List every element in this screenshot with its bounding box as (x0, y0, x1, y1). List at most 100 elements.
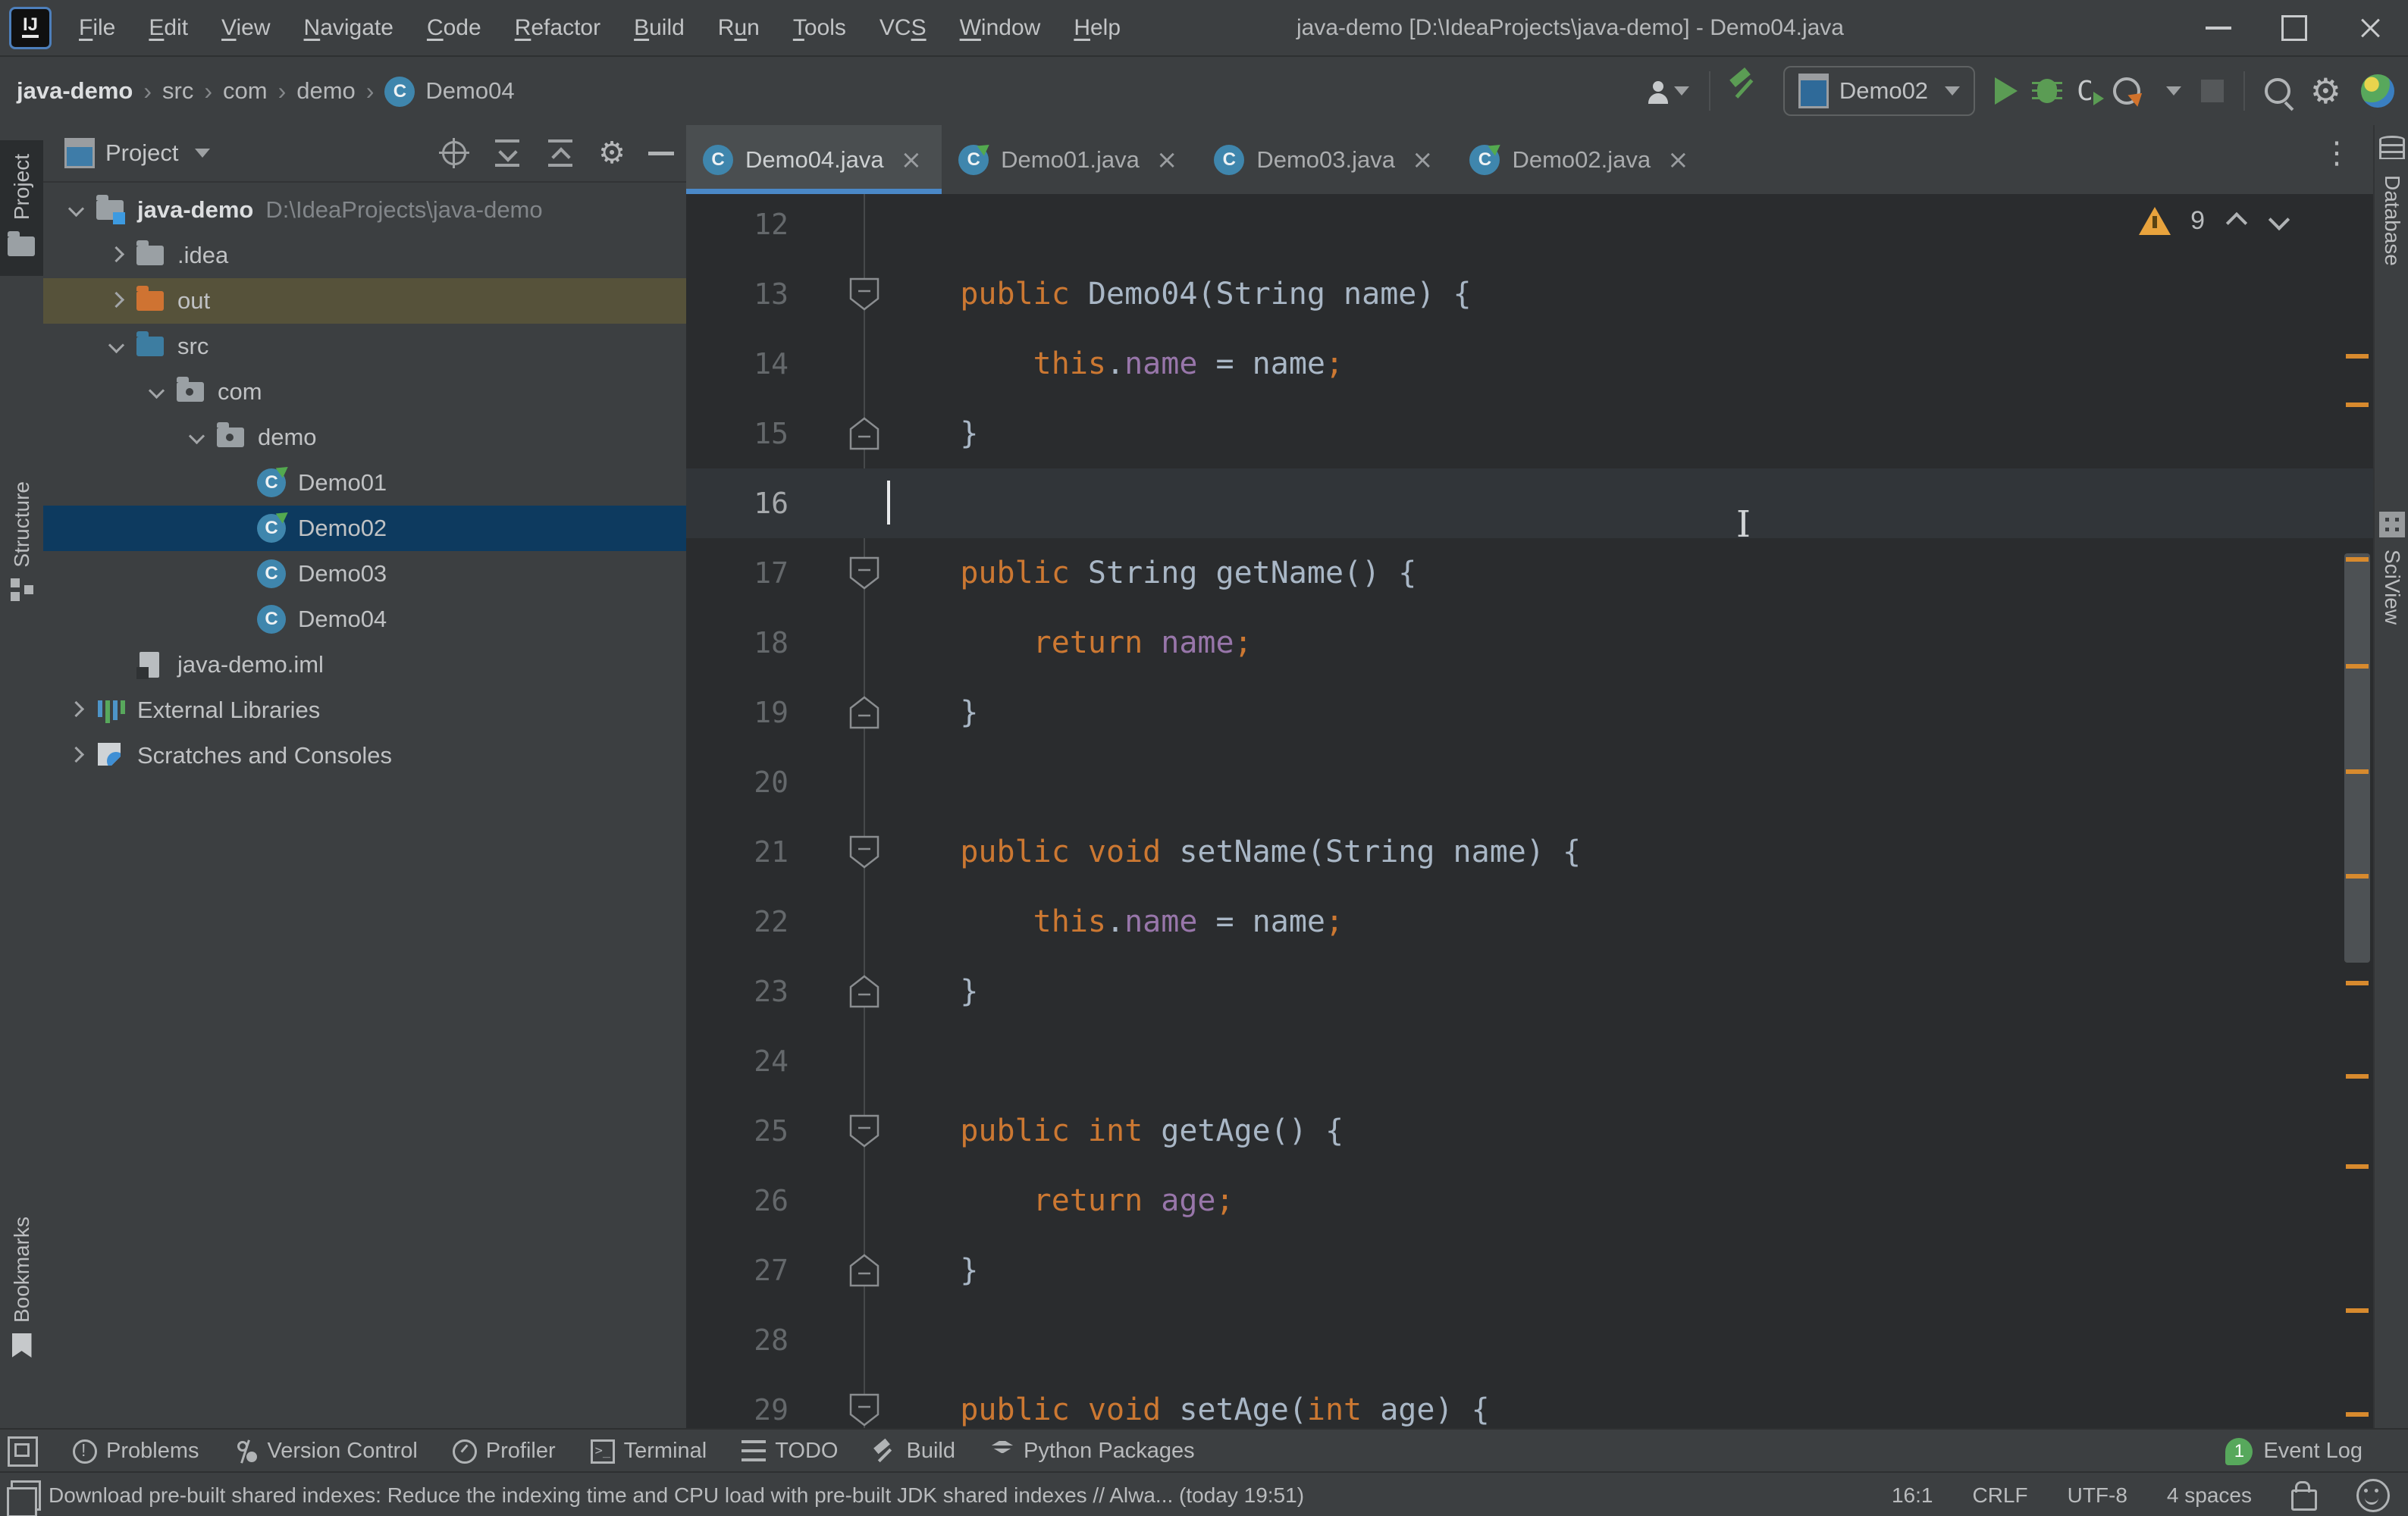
collapse-all-button[interactable] (545, 138, 575, 168)
warning-stripe-mark[interactable] (2346, 1164, 2369, 1169)
editor-tab-demo01-java[interactable]: CDemo01.java× (942, 125, 1197, 194)
minimize-button[interactable] (2181, 0, 2256, 55)
fold-start-icon[interactable] (848, 555, 881, 591)
hide-panel-button[interactable] (648, 152, 674, 155)
breadcrumb-item-java-demo[interactable]: java-demo (17, 77, 133, 105)
tool-window-button-profiler[interactable]: Profiler (453, 1439, 556, 1464)
caret-position[interactable]: 16:1 (1892, 1483, 1933, 1508)
fold-start-icon[interactable] (848, 834, 881, 870)
fold-start-icon[interactable] (848, 276, 881, 312)
menu-item-refactor[interactable]: Refactor (501, 9, 614, 47)
file-encoding[interactable]: UTF-8 (2068, 1483, 2127, 1508)
scrollbar-thumb[interactable] (2344, 553, 2370, 963)
event-log-button[interactable]: 1 Event Log (2225, 1438, 2363, 1465)
menu-item-code[interactable]: Code (413, 9, 495, 47)
menu-item-navigate[interactable]: Navigate (290, 9, 407, 47)
fold-end-icon[interactable] (848, 415, 881, 452)
code-line-13[interactable]: 13 public Demo04(String name) { (686, 259, 2373, 329)
sidebar-tab-bookmarks[interactable]: Bookmarks (0, 1217, 43, 1358)
warning-stripe-mark[interactable] (2346, 1074, 2369, 1079)
tree-item-scratches-and-consoles[interactable]: Scratches and Consoles (43, 733, 686, 778)
menu-item-vcs[interactable]: VCS (866, 9, 940, 47)
build-project-button[interactable] (1730, 68, 1764, 114)
breadcrumb-item-com[interactable]: com (223, 77, 268, 105)
tab-options-kebab-icon[interactable]: ⋮ (2322, 136, 2352, 171)
tool-window-button-todo[interactable]: TODO (742, 1439, 838, 1464)
sidebar-tab-structure[interactable]: Structure (0, 481, 43, 601)
chevron-down-icon[interactable] (188, 429, 205, 446)
breadcrumb-item-Demo04[interactable]: Demo04 (425, 77, 514, 105)
code-line-27[interactable]: 27 } (686, 1236, 2373, 1305)
tree-item-demo02[interactable]: CDemo02 (43, 506, 686, 551)
code-line-21[interactable]: 21 public void setName(String name) { (686, 817, 2373, 887)
breadcrumb-item-demo[interactable]: demo (296, 77, 356, 105)
chevron-right-icon[interactable] (67, 747, 84, 764)
tree-item-java-demo-iml[interactable]: java-demo.iml (43, 642, 686, 688)
user-account-button[interactable] (1648, 68, 1689, 114)
settings-button[interactable]: ⚙ (2310, 68, 2341, 114)
chevron-down-icon[interactable] (2166, 86, 2181, 96)
gear-icon[interactable]: ⚙ (598, 136, 626, 171)
menu-item-tools[interactable]: Tools (779, 9, 860, 47)
tree-item-demo04[interactable]: CDemo04 (43, 597, 686, 642)
chevron-right-icon[interactable] (108, 293, 124, 309)
chevron-down-icon[interactable] (108, 338, 124, 355)
code-line-28[interactable]: 28 (686, 1305, 2373, 1375)
close-icon[interactable]: × (1667, 145, 1689, 175)
chevron-right-icon[interactable] (67, 702, 84, 719)
run-with-coverage-button[interactable]: C (2077, 68, 2093, 114)
select-opened-file-button[interactable] (439, 138, 469, 168)
code-line-26[interactable]: 26 return age; (686, 1166, 2373, 1236)
tool-window-button-version-control[interactable]: Version Control (234, 1439, 418, 1464)
code-line-20[interactable]: 20 (686, 747, 2373, 817)
fold-start-icon[interactable] (848, 1392, 881, 1428)
warning-stripe-mark[interactable] (2346, 769, 2369, 774)
tree-item-java-demo[interactable]: java-demoD:\IdeaProjects\java-demo (43, 187, 686, 233)
warning-stripe-mark[interactable] (2346, 874, 2369, 879)
tool-window-button-build[interactable]: Build (873, 1439, 955, 1464)
close-icon[interactable]: × (1156, 145, 1178, 175)
menu-item-edit[interactable]: Edit (135, 9, 202, 47)
debug-button[interactable] (2037, 68, 2057, 114)
feedback-face-icon[interactable] (2356, 1479, 2390, 1512)
chevron-right-icon[interactable] (108, 247, 124, 264)
warning-stripe-mark[interactable] (2346, 664, 2369, 669)
code-line-24[interactable]: 24 (686, 1026, 2373, 1096)
profiler-button[interactable] (2113, 68, 2140, 114)
menu-item-file[interactable]: File (65, 9, 129, 47)
tree-item-demo03[interactable]: CDemo03 (43, 551, 686, 597)
editor-tab-demo02-java[interactable]: CDemo02.java× (1453, 125, 1708, 194)
code-line-12[interactable]: 12 (686, 194, 2373, 259)
lock-icon[interactable] (2291, 1489, 2317, 1511)
code-line-23[interactable]: 23 } (686, 957, 2373, 1026)
indent-setting[interactable]: 4 spaces (2167, 1483, 2252, 1508)
tree-item-out[interactable]: out (43, 278, 686, 324)
tool-window-switcher-icon[interactable] (8, 1436, 38, 1467)
code-line-29[interactable]: 29 public void setAge(int age) { (686, 1375, 2373, 1428)
warning-stripe-mark[interactable] (2346, 402, 2369, 407)
tree-item-com[interactable]: com (43, 369, 686, 415)
tool-window-button-terminal[interactable]: Terminal (591, 1439, 707, 1464)
chevron-down-icon[interactable] (67, 202, 84, 218)
run-configuration-select[interactable]: Demo02 (1783, 66, 1975, 116)
tree-item-src[interactable]: src (43, 324, 686, 369)
close-icon[interactable]: × (1412, 145, 1434, 175)
chevron-down-icon[interactable] (148, 384, 165, 400)
warning-stripe-mark[interactable] (2346, 557, 2369, 562)
code-line-19[interactable]: 19 } (686, 678, 2373, 747)
warning-stripe-mark[interactable] (2346, 1308, 2369, 1313)
close-icon[interactable]: × (901, 145, 923, 175)
code-line-16[interactable]: 16 (686, 468, 2373, 538)
tree-item--idea[interactable]: .idea (43, 233, 686, 278)
expand-all-button[interactable] (492, 138, 522, 168)
menu-item-window[interactable]: Window (946, 9, 1055, 47)
fold-end-icon[interactable] (848, 1252, 881, 1289)
warning-stripe-mark[interactable] (2346, 1412, 2369, 1417)
learn-ide-button[interactable] (2361, 68, 2394, 114)
fold-end-icon[interactable] (848, 973, 881, 1010)
editor-tab-demo04-java[interactable]: CDemo04.java× (686, 125, 942, 194)
tree-item-demo01[interactable]: CDemo01 (43, 460, 686, 506)
search-everywhere-button[interactable] (2265, 68, 2290, 114)
code-line-17[interactable]: 17 public String getName() { (686, 538, 2373, 608)
tree-item-external-libraries[interactable]: External Libraries (43, 688, 686, 733)
